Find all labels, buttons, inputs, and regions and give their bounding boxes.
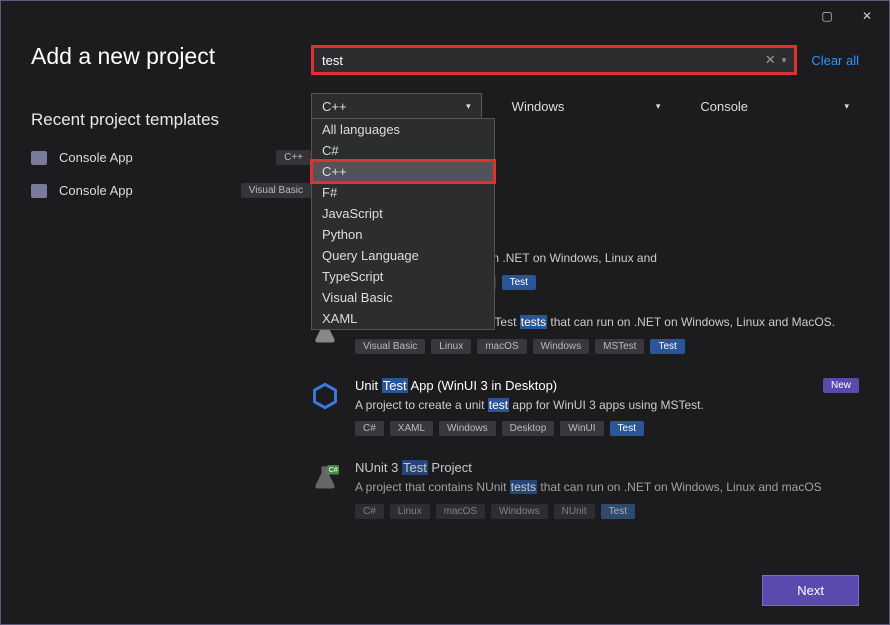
svg-text:C#: C# [329,468,338,475]
tag-row: C# Linux macOS Windows NUnit Test [355,504,859,519]
tag: Windows [533,339,590,354]
template-body: Unit Test App (WinUI 3 in Desktop) A pro… [355,378,859,437]
right-panel: ✕ ▾ Clear all C++ ▾ Windows ▾ Console ▾ [311,41,859,531]
template-desc: A project that contains NUnit tests that… [355,479,859,496]
console-icon [31,151,47,165]
tag: Linux [390,504,430,519]
console-icon [31,184,47,198]
filter-value: Windows [512,99,565,114]
tag: Desktop [502,421,555,436]
dropdown-option[interactable]: C++ [312,161,494,182]
template-item[interactable]: C# NUnit 3 Test Project A project that c… [311,448,859,531]
clear-all-link[interactable]: Clear all [811,53,859,68]
recent-name: Console App [59,183,229,198]
tag: Visual Basic [355,339,425,354]
chevron-down-icon: ▾ [844,101,849,112]
tag-row: Visual Basic Linux macOS Windows MSTest … [355,339,859,354]
flask-cs-icon: C# [311,464,339,492]
template-title: NUnit 3 Test Project [355,460,859,475]
chevron-down-icon: ▾ [466,101,471,112]
tag: Test [601,504,635,519]
tag: macOS [436,504,485,519]
hexagon-icon [311,382,339,410]
recent-name: Console App [59,150,264,165]
search-input[interactable] [322,53,765,68]
template-desc: A project to create a unit test app for … [355,397,859,414]
left-panel: Add a new project Recent project templat… [31,41,311,531]
recent-template-item[interactable]: Console App C++ [31,150,311,165]
filter-row: C++ ▾ Windows ▾ Console ▾ [311,93,859,119]
main-content: Add a new project Recent project templat… [1,31,889,531]
dropdown-option[interactable]: XAML [312,308,494,329]
template-body: NUnit 3 Test Project A project that cont… [355,460,859,519]
recent-template-item[interactable]: Console App Visual Basic [31,183,311,198]
template-item[interactable]: New Unit Test App (WinUI 3 in Desktop) A… [311,366,859,449]
tag-row: C# XAML Windows Desktop WinUI Test [355,421,859,436]
dropdown-option[interactable]: JavaScript [312,203,494,224]
tag: Windows [439,421,496,436]
new-project-dialog: ▢ ✕ Add a new project Recent project tem… [0,0,890,625]
footer: Next [762,575,859,606]
dropdown-option[interactable]: Query Language [312,245,494,266]
dropdown-option[interactable]: All languages [312,119,494,140]
dropdown-option[interactable]: Python [312,224,494,245]
language-dropdown[interactable]: All languages C# C++ F# JavaScript Pytho… [311,118,495,330]
language-badge: Visual Basic [241,183,311,198]
page-title: Add a new project [31,43,311,70]
titlebar: ▢ ✕ [1,1,889,31]
tag: MSTest [595,339,644,354]
tag: Windows [491,504,548,519]
tag: Test [502,275,536,290]
platform-filter[interactable]: Windows ▾ [502,93,671,119]
chevron-down-icon: ▾ [656,101,661,112]
language-filter[interactable]: C++ ▾ [311,93,482,119]
tag: macOS [477,339,526,354]
dropdown-option[interactable]: F# [312,182,494,203]
filter-value: Console [700,99,748,114]
close-button[interactable]: ✕ [847,2,887,30]
clear-icon[interactable]: ✕ [765,52,776,68]
tag: C# [355,504,384,519]
dropdown-option[interactable]: Visual Basic [312,287,494,308]
search-row: ✕ ▾ Clear all [311,45,859,75]
dropdown-option[interactable]: TypeScript [312,266,494,287]
tag: WinUI [560,421,603,436]
chevron-down-icon[interactable]: ▾ [782,55,787,66]
tag: C# [355,421,384,436]
recent-heading: Recent project templates [31,110,311,130]
project-type-filter[interactable]: Console ▾ [690,93,859,119]
search-box[interactable]: ✕ ▾ [311,45,797,75]
tag: Linux [431,339,471,354]
next-button[interactable]: Next [762,575,859,606]
tag: NUnit [554,504,595,519]
maximize-button[interactable]: ▢ [807,2,847,30]
tag: Test [610,421,644,436]
tag: XAML [390,421,433,436]
template-title: Unit Test App (WinUI 3 in Desktop) [355,378,859,393]
language-badge: C++ [276,150,311,165]
new-badge: New [823,378,859,393]
filter-value: C++ [322,99,347,114]
dropdown-option[interactable]: C# [312,140,494,161]
tag: Test [650,339,684,354]
